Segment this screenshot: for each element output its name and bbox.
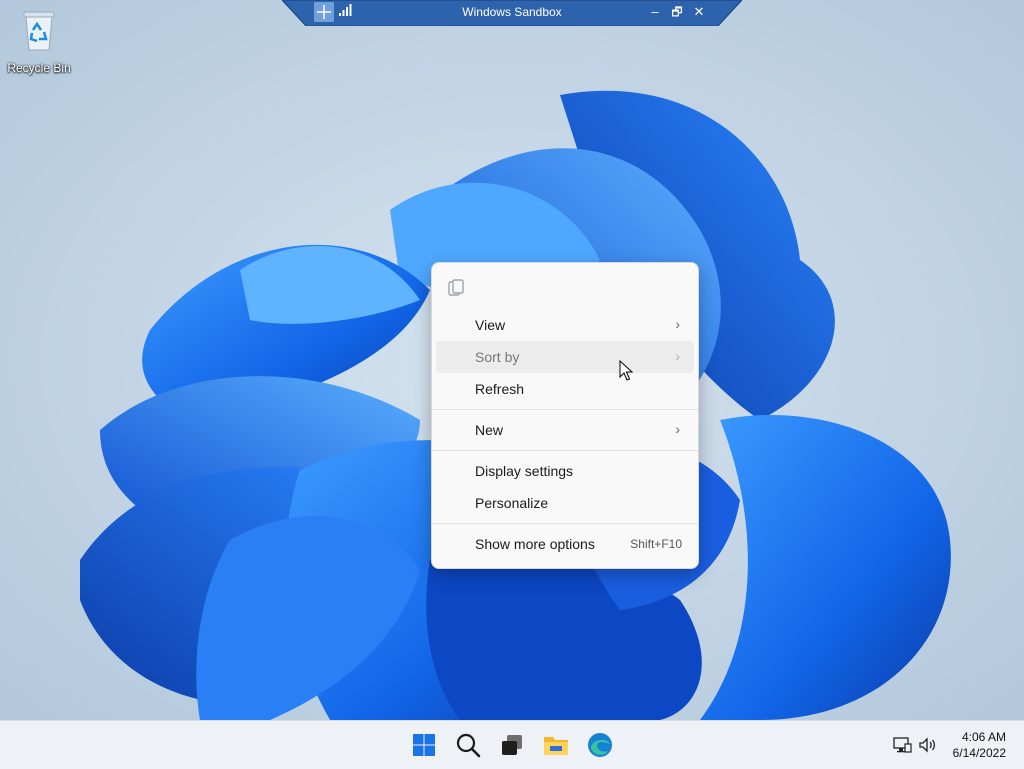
menu-item-label: Display settings	[475, 463, 574, 479]
clock-date: 6/14/2022	[952, 746, 1006, 760]
clock-time: 4:06 AM	[961, 730, 1006, 744]
menu-separator	[432, 409, 698, 410]
volume-icon[interactable]	[917, 735, 937, 755]
chevron-right-icon: ›	[675, 348, 680, 364]
menu-separator	[432, 450, 698, 451]
recycle-bin-icon	[23, 11, 55, 51]
minimize-button[interactable]: –	[646, 3, 664, 21]
menu-item-shortcut: Shift+F10	[630, 537, 682, 551]
task-view-icon[interactable]	[498, 731, 526, 759]
desktop[interactable]: Recycle Bin Windows Sandbox – 🗗 ✕ View ›…	[0, 0, 1024, 720]
chevron-right-icon: ›	[675, 316, 680, 332]
chevron-right-icon: ›	[675, 421, 680, 437]
menu-item-sort-by[interactable]: Sort by ›	[436, 341, 694, 373]
menu-item-show-more-options[interactable]: Show more options Shift+F10	[436, 528, 694, 560]
menu-item-new[interactable]: New ›	[436, 414, 694, 446]
start-icon[interactable]	[410, 731, 438, 759]
sandbox-title-bar[interactable]: Windows Sandbox – 🗗 ✕	[282, 0, 742, 26]
menu-separator	[432, 523, 698, 524]
tray-clock[interactable]: 4:06 AM 6/14/2022	[953, 729, 1006, 761]
menu-item-refresh[interactable]: Refresh	[436, 373, 694, 405]
copy-icon[interactable]	[448, 279, 464, 297]
close-button[interactable]: ✕	[690, 3, 708, 21]
recycle-bin[interactable]: Recycle Bin	[4, 8, 74, 75]
desktop-context-menu: View › Sort by › Refresh New › Display s…	[431, 262, 699, 569]
menu-item-display-settings[interactable]: Display settings	[436, 455, 694, 487]
menu-item-label: View	[475, 317, 506, 333]
menu-item-label: Refresh	[475, 381, 525, 397]
taskbar: 4:06 AM 6/14/2022	[0, 720, 1024, 769]
menu-item-label: Personalize	[475, 495, 549, 511]
mouse-cursor-icon	[619, 360, 633, 381]
menu-item-personalize[interactable]: Personalize	[436, 487, 694, 519]
menu-quick-actions	[432, 263, 698, 309]
edge-icon[interactable]	[586, 731, 614, 759]
menu-item-label: Sort by	[475, 349, 520, 365]
recycle-bin-label: Recycle Bin	[7, 61, 71, 75]
menu-item-view[interactable]: View ›	[436, 309, 694, 341]
restore-button[interactable]: 🗗	[668, 3, 686, 21]
file-explorer-icon[interactable]	[542, 731, 570, 759]
search-icon[interactable]	[454, 731, 482, 759]
menu-item-label: Show more options	[475, 536, 595, 552]
network-icon[interactable]	[892, 735, 912, 755]
menu-item-label: New	[475, 422, 504, 438]
